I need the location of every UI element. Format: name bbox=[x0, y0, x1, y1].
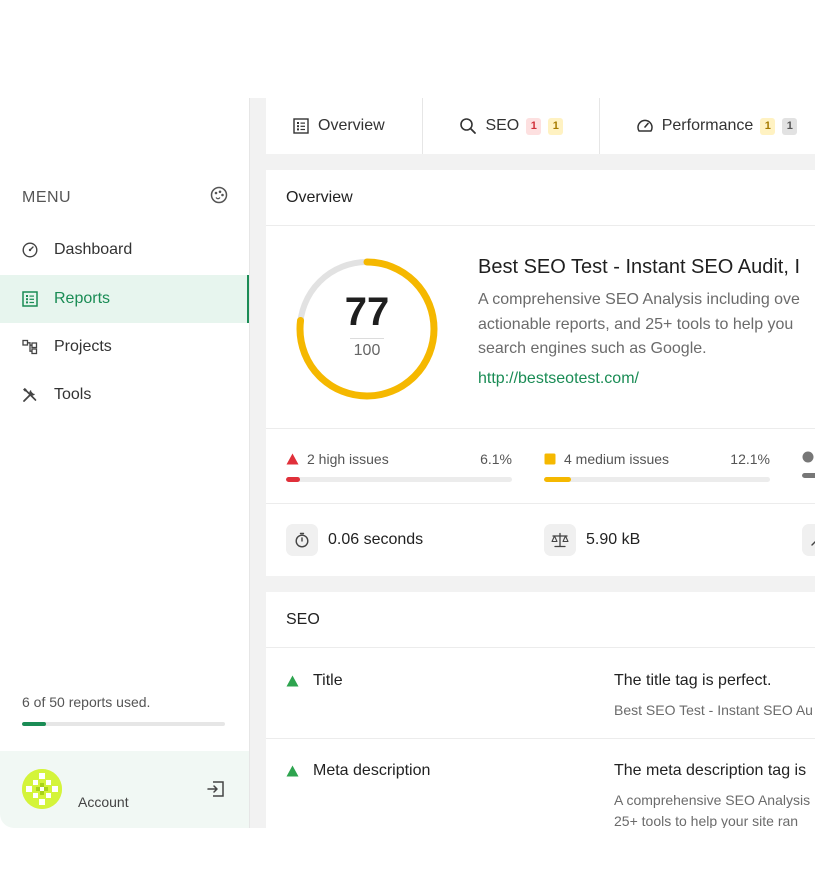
sidebar-item-projects[interactable]: Projects bbox=[0, 323, 249, 371]
high-issues-badge: 1 bbox=[526, 117, 542, 135]
logout-icon[interactable] bbox=[206, 779, 226, 799]
tab-seo[interactable]: SEO 1 1 bbox=[423, 98, 600, 154]
tab-label: SEO bbox=[485, 117, 520, 134]
reports-usage-bar bbox=[22, 722, 225, 726]
menu-label: MENU bbox=[22, 188, 72, 206]
stopwatch-icon bbox=[286, 524, 318, 556]
report-tabs: Overview SEO 1 1 Performance 1 1 bbox=[266, 98, 815, 154]
issues-summary: 2 high issues 6.1% 4 medium issues 12.1% bbox=[266, 428, 815, 504]
tools-icon bbox=[22, 387, 38, 403]
seo-check-result: The meta description tag is bbox=[614, 762, 807, 779]
sidebar: MENU Dashboard Reports Projects Tools 6 … bbox=[0, 98, 250, 828]
scale-icon bbox=[544, 524, 576, 556]
sidebar-item-label: Projects bbox=[54, 338, 112, 355]
pass-triangle-icon bbox=[286, 675, 299, 687]
report-list-icon bbox=[22, 291, 38, 307]
sidebar-item-reports[interactable]: Reports bbox=[0, 275, 249, 323]
medium-issues[interactable]: 4 medium issues 12.1% bbox=[544, 451, 770, 482]
low-issues-fill bbox=[802, 473, 815, 478]
score-max: 100 bbox=[353, 342, 381, 359]
high-issues-fill bbox=[286, 477, 300, 482]
account-panel[interactable]: Account bbox=[0, 751, 249, 828]
medium-issues-fill bbox=[544, 477, 572, 482]
score-gauge: 77 100 bbox=[292, 254, 442, 404]
page-size-stat: 5.90 kB bbox=[544, 524, 640, 556]
tab-label: Performance bbox=[661, 117, 754, 134]
low-issues[interactable] bbox=[802, 451, 815, 478]
reports-usage-text: 6 of 50 reports used. bbox=[22, 694, 151, 710]
site-title: Best SEO Test - Instant SEO Audit, I bbox=[478, 256, 801, 278]
tab-overview[interactable]: Overview bbox=[266, 98, 424, 154]
circle-info-icon bbox=[802, 451, 814, 463]
search-icon bbox=[459, 117, 477, 135]
seo-heading: SEO bbox=[266, 592, 815, 648]
high-issues-percent: 6.1% bbox=[480, 451, 512, 467]
pass-triangle-icon bbox=[286, 765, 299, 777]
seo-check-name: Title bbox=[313, 672, 343, 689]
medium-issues-badge: 1 bbox=[760, 117, 776, 135]
main-content: Overview SEO 1 1 Performance 1 1 Overvie… bbox=[250, 98, 815, 828]
avatar[interactable] bbox=[22, 769, 62, 809]
speedometer-icon bbox=[636, 117, 654, 135]
load-time-stat: 0.06 seconds bbox=[286, 524, 423, 556]
tab-performance[interactable]: Performance 1 1 bbox=[600, 98, 815, 154]
medium-issues-percent: 12.1% bbox=[730, 451, 770, 467]
square-warning-icon bbox=[544, 453, 556, 465]
medium-issues-label: 4 medium issues bbox=[564, 451, 670, 467]
sidebar-item-label: Reports bbox=[54, 290, 111, 307]
site-description: A comprehensive SEO Analysis including o… bbox=[478, 291, 800, 357]
reports-usage-fill bbox=[22, 722, 47, 726]
page-size-value: 5.90 kB bbox=[586, 531, 641, 548]
high-issues-label: 2 high issues bbox=[307, 451, 389, 467]
seo-check-detail: A comprehensive SEO Analysis 25+ tools t… bbox=[614, 792, 811, 828]
sidebar-item-dashboard[interactable]: Dashboard bbox=[0, 226, 249, 274]
account-label: Account bbox=[78, 794, 129, 810]
load-time-value: 0.06 seconds bbox=[328, 531, 424, 548]
seo-row-title[interactable]: Title The title tag is perfect. Best SEO… bbox=[266, 649, 815, 739]
overview-card: Overview 77 100 Best SEO Test - Instant … bbox=[266, 170, 815, 576]
hierarchy-icon bbox=[22, 339, 38, 355]
page-stats: 0.06 seconds 5.90 kB bbox=[266, 504, 815, 576]
low-issues-bar bbox=[802, 473, 815, 478]
seo-card: SEO Title The title tag is perfect. Best… bbox=[266, 592, 815, 828]
seo-row-meta-description[interactable]: Meta description The meta description ta… bbox=[266, 739, 815, 828]
score-value: 77 bbox=[344, 290, 390, 334]
seo-check-detail: Best SEO Test - Instant SEO Au bbox=[614, 702, 813, 718]
site-url-link[interactable]: http://bestseotest.com/ bbox=[478, 370, 639, 388]
sidebar-item-label: Dashboard bbox=[54, 241, 133, 258]
sidebar-item-label: Tools bbox=[54, 386, 92, 403]
sidebar-item-tools[interactable]: Tools bbox=[0, 371, 249, 419]
seo-check-result: The title tag is perfect. bbox=[614, 672, 772, 689]
low-issues-badge: 1 bbox=[782, 117, 798, 135]
list-icon bbox=[292, 117, 310, 135]
overview-heading: Overview bbox=[266, 170, 815, 226]
palette-icon[interactable] bbox=[210, 186, 228, 209]
chart-icon bbox=[802, 524, 815, 556]
menu-header: MENU bbox=[22, 186, 228, 209]
tab-label: Overview bbox=[318, 117, 385, 134]
high-issues-bar bbox=[286, 477, 512, 482]
seo-check-name: Meta description bbox=[313, 762, 431, 779]
medium-issues-badge: 1 bbox=[548, 117, 564, 135]
medium-issues-bar bbox=[544, 477, 770, 482]
score-divider bbox=[350, 338, 384, 339]
high-issues[interactable]: 2 high issues 6.1% bbox=[286, 451, 512, 482]
gauge-icon bbox=[22, 242, 38, 258]
triangle-warning-icon bbox=[286, 453, 299, 465]
third-stat bbox=[802, 524, 815, 556]
